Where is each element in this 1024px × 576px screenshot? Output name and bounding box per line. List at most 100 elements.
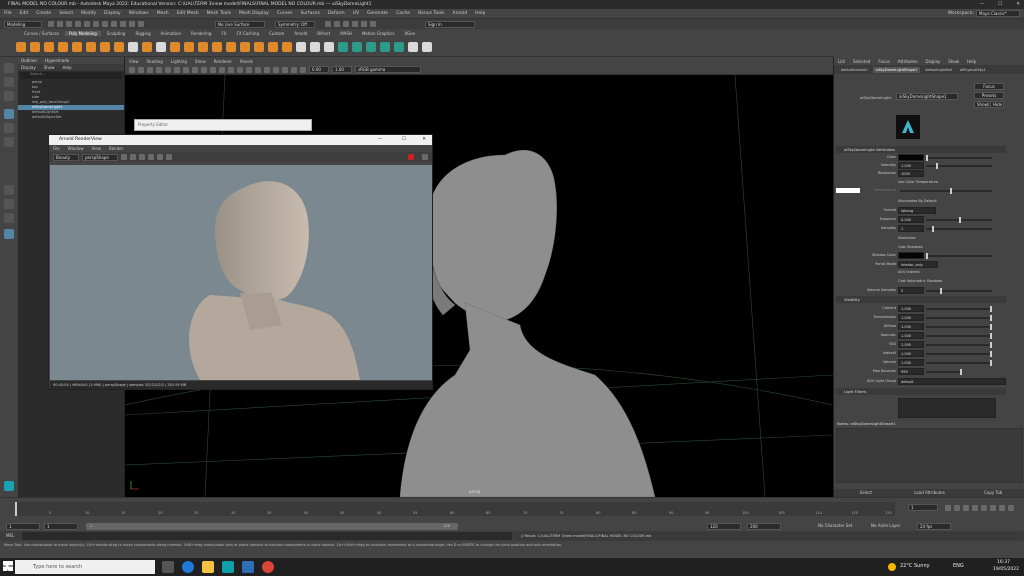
shelf-tab-poly-modeling[interactable]: Poly Modeling xyxy=(65,30,101,36)
safe-action-icon[interactable] xyxy=(210,66,216,73)
attr-value[interactable]: 2 xyxy=(898,287,924,294)
shelf-tab-motion-graphics[interactable]: Motion Graphics xyxy=(358,31,399,36)
select-hierarchy-icon[interactable] xyxy=(93,21,99,27)
connect-icon[interactable] xyxy=(324,41,334,52)
ipr-icon[interactable] xyxy=(334,21,340,27)
cylindrical-uv-icon[interactable] xyxy=(366,41,376,52)
color-space-select[interactable]: sRGB gamma xyxy=(355,66,421,73)
anim-layer-select[interactable]: No Anim Layer xyxy=(871,523,900,528)
maya-taskbar-icon[interactable] xyxy=(222,561,234,573)
camera-icon[interactable] xyxy=(129,66,135,73)
outliner-layout-icon[interactable] xyxy=(4,229,14,239)
vp-menu-shading[interactable]: Shading xyxy=(147,59,163,64)
menu-file[interactable]: File xyxy=(4,11,12,16)
automatic-uv-icon[interactable] xyxy=(352,41,362,52)
notes-field[interactable] xyxy=(836,428,1023,483)
poly-sphere-icon[interactable] xyxy=(16,41,26,52)
attr-value[interactable]: 1.000 xyxy=(898,359,924,366)
go-start-icon[interactable] xyxy=(945,505,951,511)
character-set-select[interactable]: No Character Set xyxy=(818,523,852,528)
move-tool-icon[interactable] xyxy=(4,109,14,119)
shelf-tab-rigging[interactable]: Rigging xyxy=(131,31,154,36)
ae-menu-show[interactable]: Show xyxy=(948,59,959,64)
shelf-tab-fx[interactable]: FX xyxy=(217,31,230,36)
use-color-temp-checkbox[interactable]: Use Color Temperature xyxy=(898,180,938,184)
step-back-icon[interactable] xyxy=(963,505,969,511)
color-slider[interactable] xyxy=(926,155,992,161)
section-visibility[interactable]: Visibility xyxy=(836,296,1006,303)
shelf-tab-curves[interactable]: Curves / Surfaces xyxy=(20,31,63,36)
section-skydome-attributes[interactable]: aiSkyDomeLight Attributes xyxy=(836,146,1006,153)
close-button[interactable]: ✕ xyxy=(1016,0,1020,9)
playback-end-field[interactable]: 120 xyxy=(707,523,741,530)
shadow-color-slider[interactable] xyxy=(926,253,992,259)
attr-value[interactable]: 1.000 xyxy=(898,162,924,169)
current-frame-field[interactable]: 1 xyxy=(908,504,938,511)
menu-mesh-display[interactable]: Mesh Display xyxy=(239,11,269,16)
menu-arnold[interactable]: Arnold xyxy=(452,11,467,16)
hypershade-icon[interactable] xyxy=(352,21,358,27)
section-light-filters[interactable]: Light Filters xyxy=(836,388,1006,395)
rv-menu-window[interactable]: Window xyxy=(68,146,84,151)
vis-slider[interactable] xyxy=(926,333,992,339)
step-forward-key-icon[interactable] xyxy=(999,505,1005,511)
menu-mesh-tools[interactable]: Mesh Tools xyxy=(207,11,231,16)
outliner-menu-display[interactable]: Display xyxy=(21,65,36,70)
select-component-icon[interactable] xyxy=(111,21,117,27)
step-forward-icon[interactable] xyxy=(990,505,996,511)
mode-select[interactable]: Modeling xyxy=(4,21,42,28)
load-attributes-button[interactable]: Load Attributes xyxy=(898,489,962,497)
poly-torus-icon[interactable] xyxy=(72,41,82,52)
shelf-tab-fx-caching[interactable]: FX Caching xyxy=(233,31,263,36)
shelf-tab-mash[interactable]: MASH xyxy=(336,31,356,36)
snap-curve-icon[interactable] xyxy=(129,21,135,27)
go-end-icon[interactable] xyxy=(1008,505,1014,511)
grid-icon[interactable] xyxy=(165,66,171,73)
vis-slider[interactable] xyxy=(926,342,992,348)
attr-value[interactable]: 1.000 xyxy=(898,332,924,339)
poly-disc-icon[interactable] xyxy=(100,41,110,52)
format-select[interactable]: latlong xyxy=(898,207,936,214)
presets-button[interactable]: Presets xyxy=(974,92,1004,99)
menu-uv[interactable]: UV xyxy=(353,11,359,16)
time-track[interactable]: 5 10 15 20 25 30 35 40 45 50 55 60 65 70… xyxy=(15,502,895,516)
attr-value[interactable]: 1.000 xyxy=(898,350,924,357)
extrude-icon[interactable] xyxy=(254,41,264,52)
vp-menu-lighting[interactable]: Lighting xyxy=(171,59,187,64)
live-surface-select[interactable]: No Live Surface xyxy=(215,21,265,28)
taskbar-search[interactable]: Type here to search xyxy=(15,560,155,574)
ae-menu-help[interactable]: Help xyxy=(967,59,976,64)
shadows-icon[interactable] xyxy=(264,66,270,73)
gate-mask-icon[interactable] xyxy=(192,66,198,73)
ae-tab[interactable]: defaultLightSet xyxy=(922,67,955,73)
shelf-tab-animation[interactable]: Animation xyxy=(157,31,185,36)
minimize-button[interactable]: — xyxy=(980,0,985,9)
fps-select[interactable]: 24 fps xyxy=(917,523,951,530)
render-settings-icon[interactable] xyxy=(343,21,349,27)
workspace-select[interactable]: Maya Classic* xyxy=(976,10,1020,17)
motion-blur-icon[interactable] xyxy=(282,66,288,73)
menu-create[interactable]: Create xyxy=(36,11,51,16)
smooth-icon[interactable] xyxy=(198,41,208,52)
render-frame-icon[interactable] xyxy=(325,21,331,27)
light-editor-icon[interactable] xyxy=(370,21,376,27)
exposure-field[interactable]: 0.00 xyxy=(309,66,329,73)
film-gate-icon[interactable] xyxy=(174,66,180,73)
gear-icon[interactable] xyxy=(422,154,428,160)
gamma-field[interactable]: 1.00 xyxy=(332,66,352,73)
vis-slider[interactable] xyxy=(926,315,992,321)
camera-uv-icon[interactable] xyxy=(394,41,404,52)
smooth-shade-icon[interactable] xyxy=(237,66,243,73)
exposure-slider[interactable] xyxy=(926,217,992,223)
target-weld-icon[interactable] xyxy=(310,41,320,52)
select-object-icon[interactable] xyxy=(102,21,108,27)
snapshot-icon[interactable] xyxy=(139,154,145,160)
select-button[interactable]: Select xyxy=(834,489,898,497)
clock-time[interactable]: 16:37 xyxy=(997,560,1010,565)
svg-icon[interactable] xyxy=(156,41,166,52)
attr-value[interactable]: 1.000 xyxy=(898,314,924,321)
menu-display[interactable]: Display xyxy=(104,11,121,16)
mel-input[interactable] xyxy=(22,532,512,540)
vis-slider[interactable] xyxy=(926,324,992,330)
cast-shadows-checkbox[interactable]: Cast Shadows xyxy=(898,245,923,249)
